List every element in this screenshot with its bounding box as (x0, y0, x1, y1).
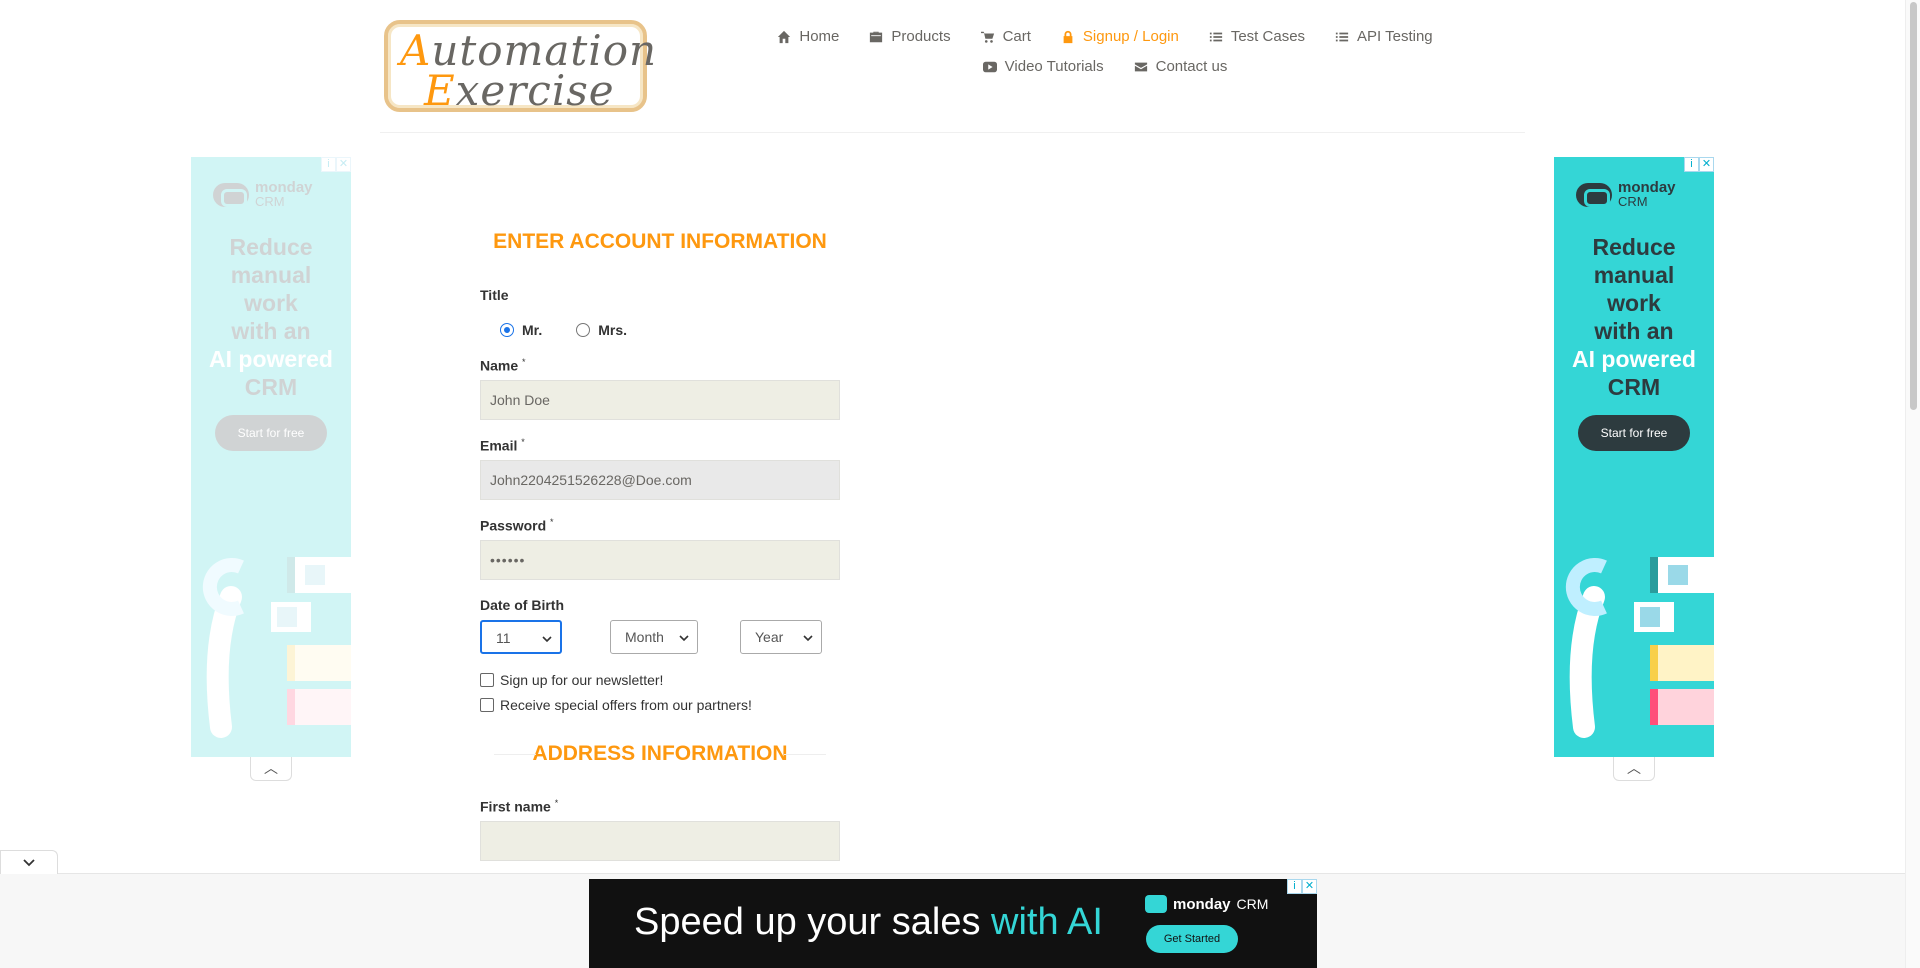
first-name-label: First name * (480, 798, 559, 815)
bottom-ad-cta-button[interactable]: Get Started (1146, 925, 1238, 953)
nav-products-label: Products (891, 28, 951, 45)
site-logo[interactable]: Automation Exercise (384, 20, 656, 115)
dob-month-select[interactable]: Month (610, 620, 698, 654)
ad-brand: monday CRM (213, 180, 313, 209)
newsletter-checkbox[interactable] (480, 673, 494, 687)
ad-badge[interactable]: i ✕ (321, 157, 351, 172)
cart-icon (980, 31, 994, 43)
ad-brand-sub: CRM (1618, 194, 1648, 209)
account-info-title: ENTER ACCOUNT INFORMATION (493, 230, 827, 253)
address-info-title: ADDRESS INFORMATION (494, 742, 826, 766)
newsletter-label: Sign up for our newsletter! (500, 672, 664, 688)
offers-checkbox-row[interactable]: Receive special offers from our partners… (480, 697, 752, 713)
envelope-icon (1134, 62, 1147, 71)
header-divider (380, 132, 1525, 133)
ad-brand: monday CRM (1576, 180, 1676, 209)
left-ad-collapse-toggle[interactable]: ︿ (250, 757, 292, 781)
ad-info-icon[interactable]: i (1684, 157, 1699, 172)
nav-test-cases-label: Test Cases (1230, 28, 1306, 45)
dob-day-select[interactable]: 11 (480, 620, 562, 654)
list-icon (1209, 32, 1222, 41)
ad-close-icon[interactable]: ✕ (1699, 157, 1714, 172)
bottom-ad-collapse-toggle[interactable] (0, 850, 58, 874)
nav-signup-login[interactable]: Signup / Login (1061, 28, 1179, 45)
offers-checkbox[interactable] (480, 698, 494, 712)
ad-close-icon[interactable]: ✕ (1302, 879, 1317, 894)
nav-api-testing-label: API Testing (1357, 28, 1433, 45)
name-label: Name * (480, 357, 526, 374)
chevron-down-icon (542, 636, 552, 643)
password-input[interactable]: •••••• (480, 540, 840, 580)
logo-line-2: Exercise (424, 66, 615, 115)
name-input[interactable]: John Doe (480, 380, 840, 420)
nav-contact-us-label: Contact us (1155, 58, 1228, 75)
bottom-ad-headline: Speed up your sales with AI (634, 901, 1103, 943)
offers-label: Receive special offers from our partners… (500, 697, 752, 713)
title-mrs-radio[interactable]: Mrs. (576, 322, 627, 338)
ad-cta-button[interactable]: Start for free (215, 415, 327, 451)
nav-video-tutorials-label: Video Tutorials (1004, 58, 1104, 75)
nav-api-testing[interactable]: API Testing (1335, 28, 1433, 45)
chevron-down-icon (803, 635, 813, 642)
nav-cart-label: Cart (1002, 28, 1031, 45)
password-label: Password * (480, 517, 554, 534)
dob-year-select[interactable]: Year (740, 620, 822, 654)
title-mr-radio[interactable]: Mr. (500, 322, 542, 338)
right-side-ad[interactable]: i ✕ monday CRM Reduce manual work with an… (1554, 157, 1714, 757)
list-icon (1335, 32, 1349, 41)
first-name-input[interactable] (480, 821, 840, 861)
main-nav: Home Products Cart Signup / Login Test C… (777, 28, 1433, 75)
ad-headline: Reduce manual work with an AI powered CR… (209, 234, 333, 400)
monday-logo-icon (1576, 183, 1612, 207)
left-side-ad[interactable]: i ✕ monday CRM Reduce manual work with an… (191, 157, 351, 757)
nav-video-tutorials[interactable]: Video Tutorials (982, 58, 1104, 75)
lock-icon (1063, 30, 1073, 43)
email-label: Email * (480, 437, 525, 454)
nav-home[interactable]: Home (777, 28, 839, 45)
radio-unchecked-icon (576, 323, 591, 337)
nav-test-cases[interactable]: Test Cases (1209, 28, 1305, 45)
nav-row-2: Video Tutorials Contact us (780, 58, 1430, 75)
ad-info-icon[interactable]: i (321, 157, 336, 172)
ad-brand-sub: CRM (255, 194, 285, 209)
nav-row-1: Home Products Cart Signup / Login Test C… (777, 28, 1433, 45)
home-icon (778, 30, 791, 43)
nav-contact-us[interactable]: Contact us (1134, 58, 1228, 75)
ad-badge[interactable]: i ✕ (1287, 879, 1317, 894)
title-radio-group: Mr. Mrs. (500, 322, 627, 338)
nav-cart[interactable]: Cart (980, 28, 1031, 45)
ad-info-icon[interactable]: i (1287, 879, 1302, 894)
title-label: Title (480, 287, 509, 303)
monday-logo-icon (1145, 895, 1167, 913)
bottom-ad-brand: monday CRM (1145, 895, 1268, 913)
radio-checked-icon (500, 323, 514, 337)
newsletter-checkbox-row[interactable]: Sign up for our newsletter! (480, 672, 663, 688)
ad-close-icon[interactable]: ✕ (336, 157, 351, 172)
bottom-banner-ad[interactable]: Speed up your sales with AI monday CRM Ge… (589, 879, 1317, 968)
title-divider-left (494, 754, 536, 755)
ad-illustration (202, 557, 351, 738)
scrollbar-thumb[interactable] (1910, 2, 1917, 410)
page-scrollbar[interactable] (1905, 0, 1920, 968)
ad-illustration (1565, 557, 1714, 738)
ad-headline: Reduce manual work with an AI powered CR… (1572, 234, 1696, 400)
email-input[interactable]: John2204251526228@Doe.com (480, 460, 840, 500)
title-divider-right (784, 754, 826, 755)
monday-logo-icon (213, 183, 249, 207)
nav-signup-login-label: Signup / Login (1082, 28, 1179, 45)
chevron-down-icon (679, 635, 689, 642)
right-ad-collapse-toggle[interactable]: ︿ (1613, 757, 1655, 781)
ad-cta-button[interactable]: Start for free (1578, 415, 1690, 451)
ad-badge[interactable]: i ✕ (1684, 157, 1714, 172)
youtube-icon (982, 61, 997, 72)
nav-home-label: Home (799, 28, 840, 45)
briefcase-icon (870, 31, 883, 42)
dob-label: Date of Birth (480, 597, 564, 613)
nav-products[interactable]: Products (869, 28, 951, 45)
chevron-down-icon (23, 859, 35, 867)
